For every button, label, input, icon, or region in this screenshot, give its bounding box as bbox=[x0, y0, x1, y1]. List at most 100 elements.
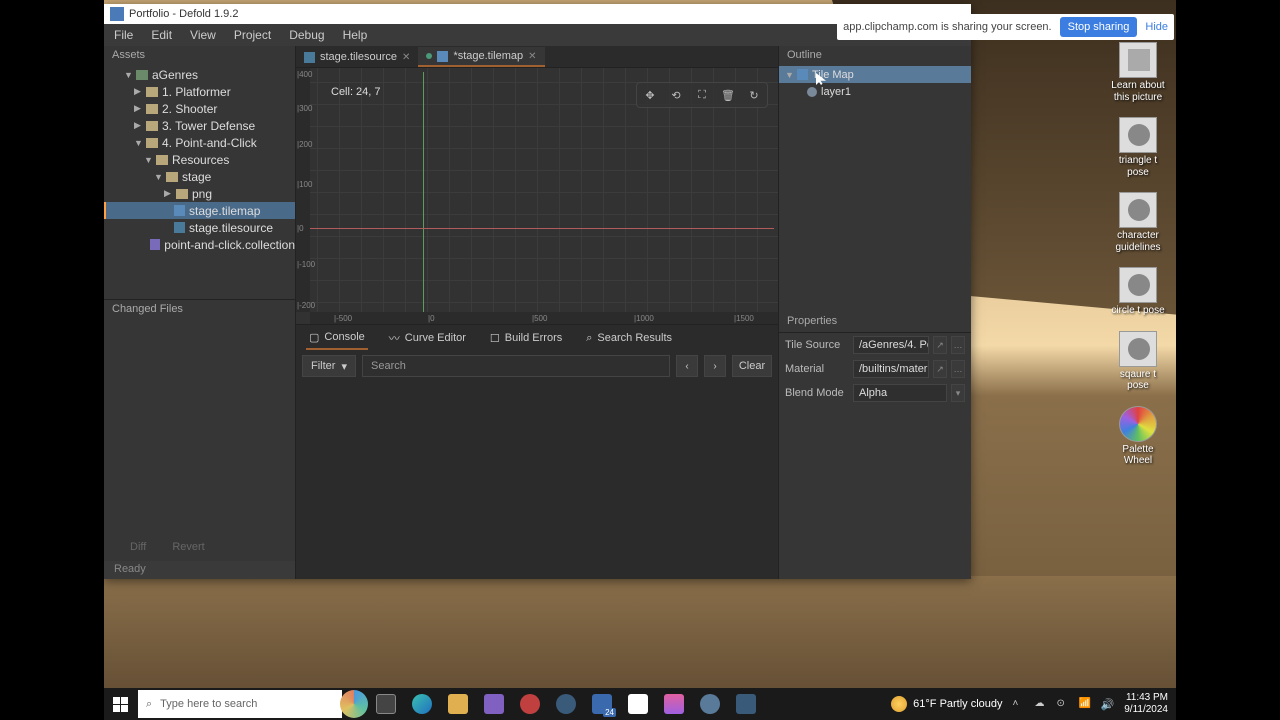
diff-button[interactable]: Diff bbox=[122, 539, 154, 555]
tree-file-collection[interactable]: point-and-click.collection bbox=[104, 236, 295, 253]
blend-mode-select[interactable]: Alpha bbox=[853, 384, 947, 402]
scene-viewport[interactable]: |400 |300 |200 |100 |0 |-100 |-200 |-500… bbox=[296, 68, 778, 324]
menu-edit[interactable]: Edit bbox=[151, 28, 172, 42]
start-button[interactable] bbox=[104, 688, 136, 720]
desktop-icon-triangle[interactable]: triangle t pose bbox=[1110, 117, 1166, 178]
tree-folder[interactable]: ▼stage bbox=[104, 168, 295, 185]
app-icon-defold[interactable] bbox=[728, 688, 764, 720]
tree-file-tilemap[interactable]: stage.tilemap bbox=[104, 202, 295, 219]
tab-tilesource[interactable]: stage.tilesource✕ bbox=[296, 47, 418, 67]
asset-tree[interactable]: ▼aGenres ▶1. Platformer ▶2. Shooter ▶3. … bbox=[104, 66, 295, 299]
outline-header: Outline bbox=[779, 46, 971, 66]
task-view-icon[interactable] bbox=[368, 688, 404, 720]
console-panel: ▢Console 〰Curve Editor ☐Build Errors ⌕Se… bbox=[296, 324, 778, 579]
search-icon: ⌕ bbox=[586, 332, 592, 345]
desktop-icon-char[interactable]: character guidelines bbox=[1110, 192, 1166, 253]
assets-header: Assets bbox=[104, 46, 295, 66]
menu-project[interactable]: Project bbox=[234, 28, 271, 42]
browse-icon[interactable]: … bbox=[951, 360, 965, 378]
desktop-icon-circle[interactable]: circle t pose bbox=[1110, 267, 1166, 317]
tree-file-tilesource[interactable]: stage.tilesource bbox=[104, 219, 295, 236]
onedrive-iconRicon[interactable]: ☁ bbox=[1035, 698, 1047, 710]
center-panel: stage.tilesource✕ *stage.tilemap✕ |400 |… bbox=[296, 46, 778, 579]
search-highlights-icon[interactable] bbox=[340, 690, 368, 718]
filter-button[interactable]: Filter▾ bbox=[302, 355, 356, 377]
clear-button[interactable]: Clear bbox=[732, 355, 772, 377]
checkbox-icon: ☐ bbox=[490, 332, 500, 345]
file-explorer-icon[interactable] bbox=[440, 688, 476, 720]
menu-debug[interactable]: Debug bbox=[289, 28, 324, 42]
modified-dot-icon bbox=[426, 53, 432, 59]
desktop-icon-learn[interactable]: Learn about this picture bbox=[1110, 42, 1166, 103]
windows-logo-icon bbox=[113, 697, 128, 712]
tree-folder[interactable]: ▶1. Platformer bbox=[104, 83, 295, 100]
desktop-icons: Learn about this picture triangle t pose… bbox=[1110, 42, 1166, 467]
tilesource-icon bbox=[304, 52, 315, 63]
defold-window: Portfolio - Defold 1.9.2 File Edit View … bbox=[104, 4, 971, 579]
edge-icon[interactable] bbox=[404, 688, 440, 720]
move-tool-icon[interactable]: ✥ bbox=[643, 88, 657, 102]
stop-sharing-button[interactable]: Stop sharing bbox=[1060, 17, 1138, 37]
close-tab-icon[interactable]: ✕ bbox=[402, 52, 410, 63]
meet icicicon now-icon[interactable]: ⊙ bbox=[1057, 698, 1069, 710]
taskbar-search[interactable]: ⌕Type here to search bbox=[138, 690, 342, 718]
assets-panel: Assets ▼aGenres ▶1. Platformer ▶2. Shoot… bbox=[104, 46, 296, 579]
next-result-button[interactable]: › bbox=[704, 355, 726, 377]
app-icon-purple[interactable] bbox=[476, 688, 512, 720]
clock[interactable]: 11:43 PM9/11/2024 bbox=[1124, 692, 1168, 716]
changed-files-panel: Changed Files bbox=[104, 299, 295, 533]
weather-widget[interactable]: 61°F Partly cloudy bbox=[891, 696, 1002, 712]
console-tab-bar: ▢Console 〰Curve Editor ☐Build Errors ⌕Se… bbox=[296, 325, 778, 351]
menu-file[interactable]: File bbox=[114, 28, 133, 42]
editor-tab-bar: stage.tilesource✕ *stage.tilemap✕ bbox=[296, 46, 778, 68]
scale-tool-icon[interactable]: ⛶ bbox=[695, 88, 709, 102]
close-tab-icon[interactable]: ✕ bbox=[528, 51, 536, 62]
menu-help[interactable]: Help bbox=[343, 28, 368, 42]
curve-icon: 〰 bbox=[389, 330, 400, 346]
prev-result-button[interactable]: ‹ bbox=[676, 355, 698, 377]
tree-folder[interactable]: ▼4. Point-and-Click bbox=[104, 134, 295, 151]
tab-build-errors[interactable]: ☐Build Errors bbox=[487, 328, 565, 349]
hide-sharing-link[interactable]: Hide bbox=[1145, 21, 1168, 33]
share-text: app.clipchamp.com is sharing your screen… bbox=[843, 21, 1051, 33]
erase-tool-icon[interactable]: 🗑 bbox=[721, 88, 735, 102]
volume volume icon-icon[interactable]: 🔊 bbox=[1101, 698, 1115, 711]
desktop-icon-palette[interactable]: Palette Wheel bbox=[1110, 406, 1166, 467]
tree-folder[interactable]: ▼Resources bbox=[104, 151, 295, 168]
tree-root[interactable]: ▼aGenres bbox=[104, 66, 295, 83]
refresh-tool-icon[interactable]: ↻ bbox=[747, 88, 761, 102]
app-icon-pink[interactable] bbox=[656, 688, 692, 720]
material-field[interactable]: /builtins/materials bbox=[853, 360, 929, 378]
tab-curve-editor[interactable]: 〰Curve Editor bbox=[386, 326, 469, 350]
tree-folder[interactable]: ▶2. Shooter bbox=[104, 100, 295, 117]
revert-button[interactable]: Revert bbox=[164, 539, 212, 555]
app-icon-red[interactable] bbox=[512, 688, 548, 720]
goto-icon[interactable]: ↗ bbox=[933, 336, 947, 354]
outline-layer[interactable]: layer1 bbox=[779, 83, 971, 100]
tree-folder[interactable]: ▶png bbox=[104, 185, 295, 202]
desktop-icon-square[interactable]: sqaure t pose bbox=[1110, 331, 1166, 392]
browse-icon[interactable]: … bbox=[951, 336, 965, 354]
chevron-down-icon[interactable]: ▾ bbox=[951, 384, 965, 402]
wordpress-icon[interactable] bbox=[548, 688, 584, 720]
tile-source-field[interactable]: /aGenres/4. Point-a bbox=[853, 336, 929, 354]
console-search-input[interactable]: Search bbox=[362, 355, 670, 377]
viewport-toolbar: ✥ ⟲ ⛶ 🗑 ↻ bbox=[636, 82, 768, 108]
chevron-up-icon[interactable]: ˄ bbox=[1013, 698, 1025, 710]
calendar-icon[interactable]: 24 bbox=[584, 688, 620, 720]
rotate-tool-icon[interactable]: ⟲ bbox=[669, 88, 683, 102]
ruler-vertical: |400 |300 |200 |100 |0 |-100 |-200 bbox=[296, 68, 310, 312]
app-icon-gear[interactable] bbox=[692, 688, 728, 720]
outline-tilemap[interactable]: ▼Tile Map bbox=[779, 66, 971, 83]
goto-icon[interactable]: ↗ bbox=[933, 360, 947, 378]
tab-search-results[interactable]: ⌕Search Results bbox=[583, 328, 675, 349]
right-panel: Outline ▼Tile Map layer1 Properties Tile… bbox=[778, 46, 971, 579]
tab-tilemap[interactable]: *stage.tilemap✕ bbox=[418, 47, 544, 67]
outline-tree[interactable]: ▼Tile Map layer1 bbox=[779, 66, 971, 312]
console-icon: ▢ bbox=[309, 331, 319, 344]
tree-folder[interactable]: ▶3. Tower Defense bbox=[104, 117, 295, 134]
menu-view[interactable]: View bbox=[190, 28, 216, 42]
app-icon-paint[interactable] bbox=[620, 688, 656, 720]
tab-console[interactable]: ▢Console bbox=[306, 327, 368, 350]
ruler-horizontal: |-500 |0 |500 |1000 |1500 bbox=[310, 312, 778, 324]
